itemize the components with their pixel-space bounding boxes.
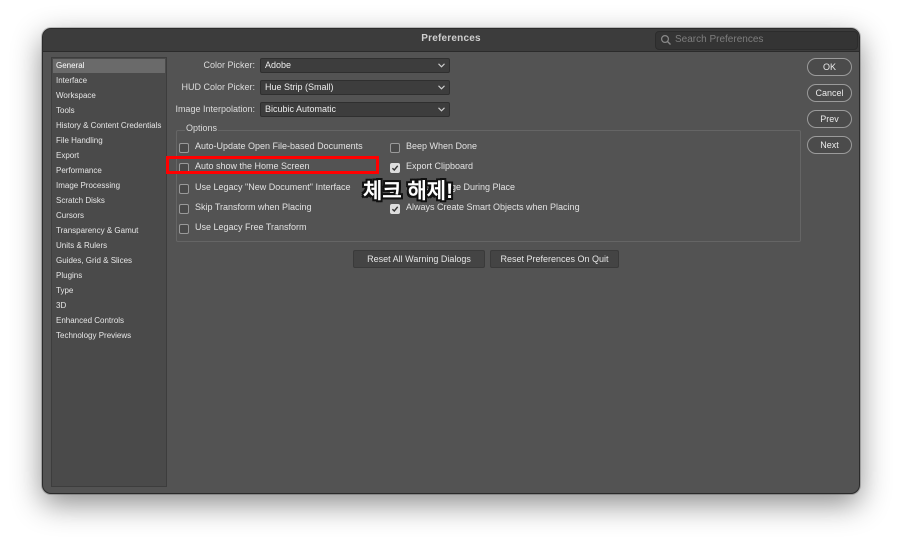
prev-button[interactable]: Prev (807, 110, 852, 128)
checkmark-icon (391, 165, 399, 172)
option-label: Auto-Update Open File-based Documents (195, 141, 363, 151)
next-button[interactable]: Next (807, 136, 852, 154)
cancel-button[interactable]: Cancel (807, 84, 852, 102)
annotation-caption: 체크 해제! (363, 180, 454, 203)
title-bar: Preferences Search Preferences (43, 29, 859, 52)
search-placeholder[interactable]: Search Preferences (675, 34, 763, 45)
sidebar-item-image-processing[interactable]: Image Processing (53, 179, 165, 193)
preferences-dialog: Preferences Search Preferences General I… (42, 28, 860, 494)
checkmark-icon (391, 206, 399, 213)
option-label: Use Legacy Free Transform (195, 222, 307, 232)
search-box[interactable]: Search Preferences (655, 31, 858, 50)
sidebar-item-plugins[interactable]: Plugins (53, 269, 165, 283)
search-icon (660, 34, 671, 45)
sidebar-item-units-rulers[interactable]: Units & Rulers (53, 239, 165, 253)
option-beep-when-done[interactable]: Beep When Done (390, 141, 590, 155)
sidebar-item-export[interactable]: Export (53, 149, 165, 163)
option-skip-transform[interactable]: Skip Transform when Placing (179, 202, 369, 216)
checkbox[interactable] (179, 224, 189, 234)
hud-color-picker-value: Hue Strip (Small) (265, 82, 334, 92)
category-list: General Interface Workspace Tools Histor… (51, 57, 167, 487)
sidebar-item-transparency[interactable]: Transparency & Gamut (53, 224, 165, 238)
color-picker-value: Adobe (265, 60, 292, 70)
option-label: Beep When Done (406, 141, 478, 151)
option-auto-update-documents[interactable]: Auto-Update Open File-based Documents (179, 141, 399, 155)
sidebar-item-history[interactable]: History & Content Credentials (53, 119, 165, 133)
image-interpolation-value: Bicubic Automatic (265, 104, 337, 114)
sidebar-item-guides[interactable]: Guides, Grid & Slices (53, 254, 165, 268)
checkbox-checked[interactable] (390, 163, 400, 173)
option-label: Use Legacy "New Document" Interface (195, 182, 351, 192)
checkbox[interactable] (179, 143, 189, 153)
chevron-down-icon (438, 85, 445, 90)
sidebar-item-performance[interactable]: Performance (53, 164, 165, 178)
highlight-box (166, 156, 379, 174)
sidebar-item-type[interactable]: Type (53, 284, 165, 298)
option-legacy-free-transform[interactable]: Use Legacy Free Transform (179, 222, 369, 236)
image-interpolation-label: Image Interpolation: (175, 104, 255, 114)
reset-preferences-button[interactable]: Reset Preferences On Quit (490, 250, 619, 268)
options-title: Options (185, 123, 219, 133)
checkbox-checked[interactable] (390, 204, 400, 214)
option-export-clipboard[interactable]: Export Clipboard (390, 161, 590, 175)
chevron-down-icon (438, 107, 445, 112)
sidebar-item-file-handling[interactable]: File Handling (53, 134, 165, 148)
sidebar-item-scratch-disks[interactable]: Scratch Disks (53, 194, 165, 208)
sidebar-item-technology-previews[interactable]: Technology Previews (53, 329, 165, 343)
checkbox[interactable] (390, 143, 400, 153)
option-label: Export Clipboard (406, 161, 474, 171)
ok-button[interactable]: OK (807, 58, 852, 76)
option-label: Skip Transform when Placing (195, 202, 312, 212)
checkbox[interactable] (179, 184, 189, 194)
sidebar-item-enhanced-controls[interactable]: Enhanced Controls (53, 314, 165, 328)
reset-warning-dialogs-button[interactable]: Reset All Warning Dialogs (353, 250, 485, 268)
sidebar-item-cursors[interactable]: Cursors (53, 209, 165, 223)
hud-color-picker-label: HUD Color Picker: (181, 82, 255, 92)
color-picker-label: Color Picker: (203, 60, 255, 70)
chevron-down-icon (438, 63, 445, 68)
checkbox[interactable] (179, 204, 189, 214)
color-picker-select[interactable]: Adobe (260, 58, 450, 73)
hud-color-picker-select[interactable]: Hue Strip (Small) (260, 80, 450, 95)
image-interpolation-select[interactable]: Bicubic Automatic (260, 102, 450, 117)
sidebar-item-3d[interactable]: 3D (53, 299, 165, 313)
